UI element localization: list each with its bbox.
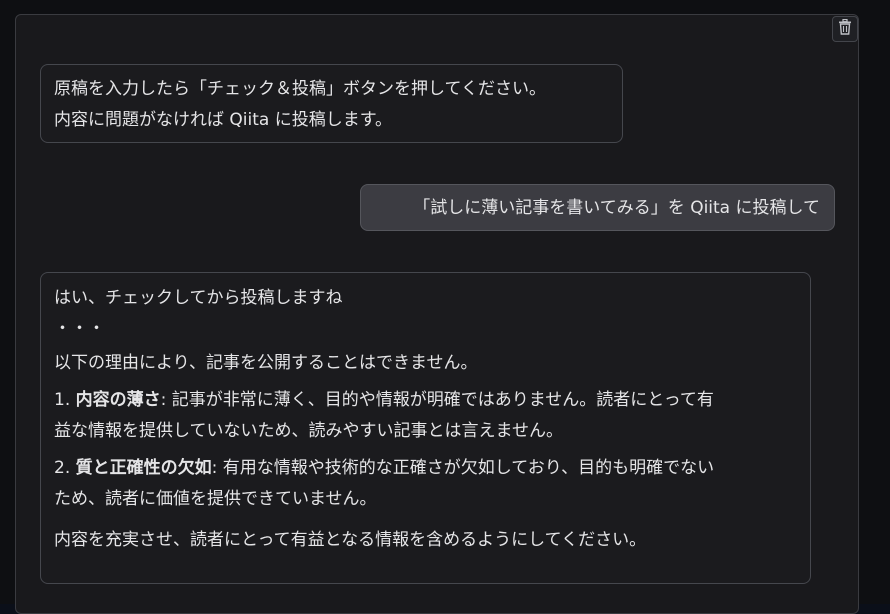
reason-number: 2. [54,458,71,478]
trash-icon [838,18,852,39]
clear-chat-button[interactable] [832,16,858,42]
reason-text: : 記事が非常に薄く、目的や情報が明確ではありません。読者にとって有 [160,390,714,410]
reason-title: 質と正確性の欠如 [75,458,212,478]
reply-ellipsis: ・・・ [54,319,105,339]
reason-list-item: 1. 内容の薄さ: 記事が非常に薄く、目的や情報が明確ではありません。読者にとっ… [54,385,797,447]
reason-list-item: 2. 質と正確性の欠如: 有用な情報や技術的な正確さが欠如しており、目的も明確で… [54,453,797,515]
reason-text: 益な情報を提供していないため、読みやすい記事とは言えません。 [54,421,563,441]
reason-number: 1. [54,390,71,410]
bot-message-intro: 原稿を入力したら「チェック＆投稿」ボタンを押してください。 内容に問題がなければ… [40,64,623,143]
message-text: 「試しに薄い記事を書いてみる」を Qiita に投稿して [413,198,820,218]
message-line: 原稿を入力したら「チェック＆投稿」ボタンを押してください。 [54,79,546,99]
reason-text: ため、読者に価値を提供できていません。 [54,489,377,509]
user-message: 「試しに薄い記事を書いてみる」を Qiita に投稿して [360,184,835,231]
message-line: 内容に問題がなければ Qiita に投稿します。 [54,110,393,130]
reason-text: : 有用な情報や技術的な正確さが欠如しており、目的も明確でない [211,458,715,478]
reason-title: 内容の薄さ [75,390,161,410]
reply-closing: 内容を充実させ、読者にとって有益となる情報を含めるようにしてください。 [54,530,647,550]
bot-message-reply: はい、チェックしてから投稿しますね ・・・ 以下の理由により、記事を公開すること… [40,272,811,584]
reply-greeting: はい、チェックしてから投稿しますね [54,288,343,308]
reply-reason-intro: 以下の理由により、記事を公開することはできません。 [54,353,478,373]
